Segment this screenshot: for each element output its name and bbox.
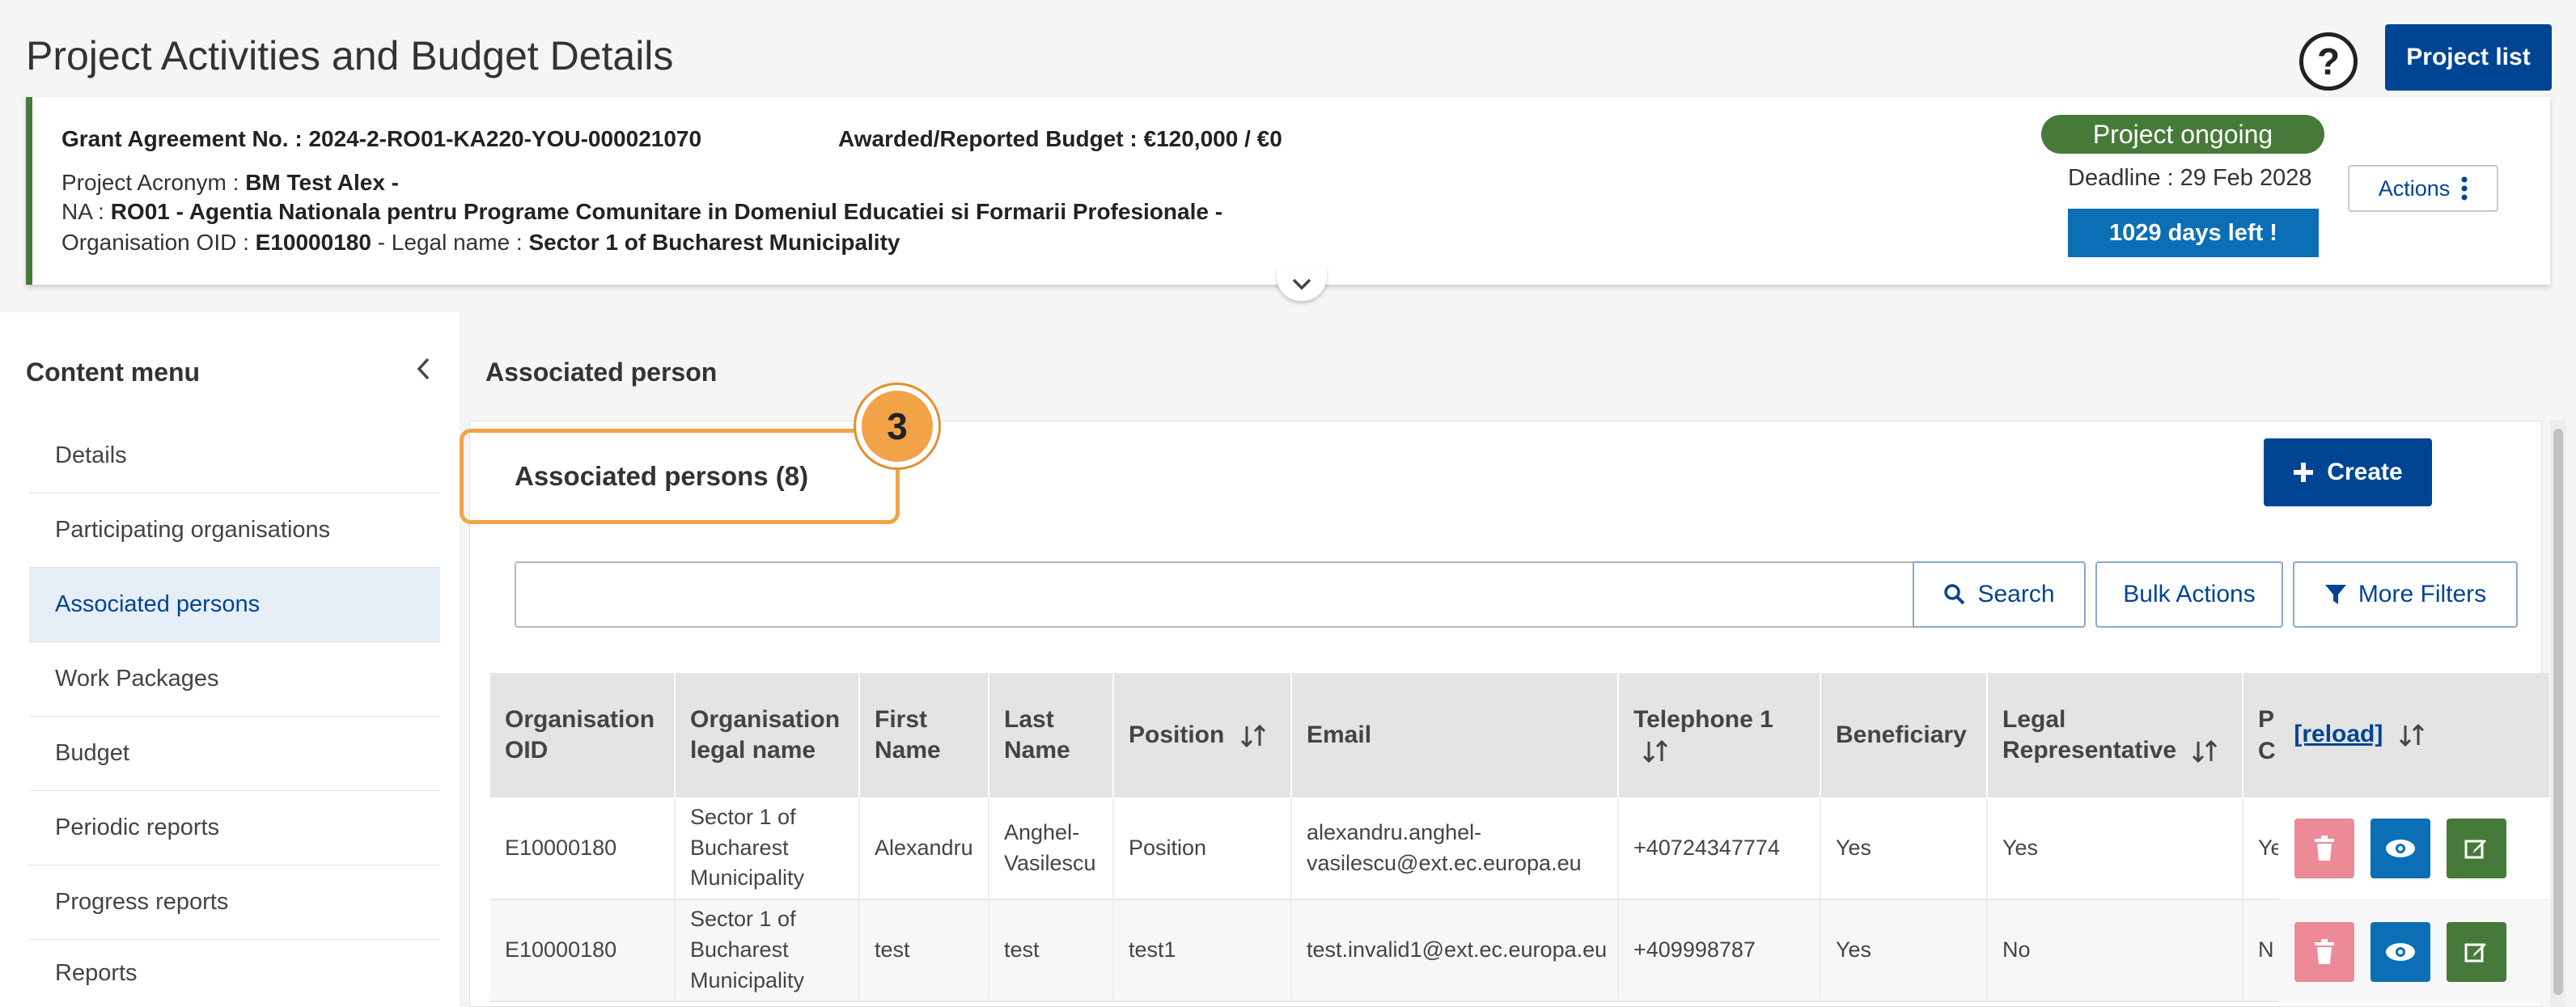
national-agency: NA : RO01 - Agentia Nationala pentru Pro… xyxy=(61,199,1223,224)
bulk-actions-button[interactable]: Bulk Actions xyxy=(2095,561,2283,628)
days-left-badge: 1029 days left ! xyxy=(2068,209,2319,257)
trash-icon xyxy=(2315,836,2334,861)
content-menu-title: Content menu xyxy=(26,358,201,387)
organisation-info: Organisation OID : E10000180 - Legal nam… xyxy=(61,230,900,255)
help-icon: ? xyxy=(2316,40,2341,83)
cell-organisation-oid: E10000180 xyxy=(490,899,676,1002)
cell-position: test1 xyxy=(1113,899,1292,1002)
kebab-menu-icon xyxy=(2461,176,2468,201)
trash-icon xyxy=(2315,939,2334,964)
search-label: Search xyxy=(1977,581,2055,607)
content-menu: Content menu Details Participating organ… xyxy=(0,312,460,1007)
cell-legal-representative: No xyxy=(1987,899,2243,1002)
sort-icon[interactable] xyxy=(2191,739,2218,764)
row-actions xyxy=(2278,798,2550,899)
sort-icon[interactable] xyxy=(1642,739,1669,764)
delete-button[interactable] xyxy=(2294,922,2354,982)
cell-telephone: +40724347774 xyxy=(1618,798,1821,900)
sort-icon[interactable] xyxy=(1239,724,1267,748)
cell-beneficiary: Yes xyxy=(1820,899,1988,1002)
cell-first-name: Alexandru xyxy=(859,798,989,900)
eye-icon xyxy=(2386,840,2415,857)
awarded-budget: Awarded/Reported Budget : €120,000 / €0 xyxy=(838,126,1282,151)
sidebar-item-associated-persons[interactable]: Associated persons xyxy=(29,568,440,642)
column-header-telephone[interactable]: Telephone 1 xyxy=(1618,673,1821,798)
view-button[interactable] xyxy=(2371,922,2430,982)
project-status-badge: Project ongoing xyxy=(2041,115,2324,154)
search-input[interactable] xyxy=(515,561,1913,628)
column-header-organisation-legal-name: Organisation legal name xyxy=(675,673,860,798)
sidebar-item-work-packages[interactable]: Work Packages xyxy=(29,642,440,717)
project-deadline: Deadline : 29 Feb 2028 xyxy=(2068,165,2312,191)
column-header-organisation-oid: Organisation OID xyxy=(490,673,676,798)
actions-button[interactable]: Actions xyxy=(2348,165,2498,212)
cell-last-name: test xyxy=(989,899,1114,1002)
edit-icon xyxy=(2464,840,2486,859)
more-filters-button[interactable]: More Filters xyxy=(2293,561,2518,628)
cell-organisation-oid: E10000180 xyxy=(490,798,676,900)
view-button[interactable] xyxy=(2371,819,2430,878)
column-header-beneficiary: Beneficiary xyxy=(1820,673,1988,798)
project-list-button[interactable]: Project list xyxy=(2385,24,2552,91)
cell-email: test.invalid1@ext.ec.europa.eu xyxy=(1291,899,1619,1002)
column-header-first-name: First Name xyxy=(859,673,989,798)
filter-icon xyxy=(2324,585,2346,604)
sidebar-item-progress-reports[interactable]: Progress reports xyxy=(29,865,440,940)
grant-agreement: Grant Agreement No. : 2024-2-RO01-KA220-… xyxy=(61,126,702,151)
cell-beneficiary: Yes xyxy=(1820,798,1988,900)
column-header-position[interactable]: Position xyxy=(1113,673,1292,798)
cell-position: Position xyxy=(1113,798,1292,900)
cell-last-name: Anghel-Vasilescu xyxy=(989,798,1114,900)
associated-persons-table: Organisation OID Organisation legal name… xyxy=(490,673,2550,1007)
sidebar-item-participating-organisations[interactable]: Participating organisations xyxy=(29,493,440,568)
chevron-left-icon xyxy=(417,358,430,380)
sidebar-item-periodic-reports[interactable]: Periodic reports xyxy=(29,791,440,865)
help-button[interactable]: ? xyxy=(2299,32,2358,91)
cell-legal-representative: Yes xyxy=(1987,798,2243,900)
edit-button[interactable] xyxy=(2447,922,2506,982)
tutorial-highlight-box xyxy=(460,429,900,524)
sidebar-item-budget[interactable]: Budget xyxy=(29,717,440,791)
cell-organisation-legal-name: Sector 1 of Bucharest Municipality xyxy=(675,798,860,900)
section-heading: Associated person xyxy=(485,358,718,387)
search-button[interactable]: Search xyxy=(1913,561,2086,628)
cell-telephone: +409998787 xyxy=(1618,899,1821,1002)
table-row: E10000180 Sector 1 of Bucharest Municipa… xyxy=(490,798,2550,900)
row-actions xyxy=(2278,901,2550,1003)
column-header-legal-representative[interactable]: Legal Representative xyxy=(1987,673,2243,798)
page-title: Project Activities and Budget Details xyxy=(26,33,674,78)
search-icon xyxy=(1944,584,1965,605)
sort-icon[interactable] xyxy=(2398,723,2426,747)
collapse-menu-button[interactable] xyxy=(411,353,435,385)
column-header-primary-contact: P C [reload] xyxy=(2243,673,2550,798)
scrollbar-thumb[interactable] xyxy=(2553,429,2563,995)
eye-icon xyxy=(2386,943,2415,961)
cell-email: alexandru.anghel-vasilescu@ext.ec.europa… xyxy=(1291,798,1619,900)
column-header-last-name: Last Name xyxy=(989,673,1114,798)
more-filters-label: More Filters xyxy=(2358,581,2487,607)
delete-button[interactable] xyxy=(2294,819,2354,878)
column-header-email: Email xyxy=(1291,673,1619,798)
reload-link[interactable]: [reload] xyxy=(2294,721,2383,747)
cell-first-name: test xyxy=(859,899,989,1002)
expand-details-toggle[interactable] xyxy=(1277,267,1327,301)
chevron-down-icon xyxy=(1292,278,1311,290)
plus-icon xyxy=(2294,463,2314,482)
project-acronym: Project Acronym : BM Test Alex - xyxy=(61,170,399,195)
edit-button[interactable] xyxy=(2447,819,2506,878)
sidebar-item-reports[interactable]: Reports xyxy=(29,940,440,1007)
edit-icon xyxy=(2464,943,2486,963)
cell-organisation-legal-name: Sector 1 of Bucharest Municipality xyxy=(675,899,860,1002)
actions-label: Actions xyxy=(2378,176,2451,201)
create-label: Create xyxy=(2327,459,2403,485)
sidebar-item-details[interactable]: Details xyxy=(29,419,440,493)
tutorial-step-badge: 3 xyxy=(856,385,938,468)
table-row: E10000180 Sector 1 of Bucharest Municipa… xyxy=(490,899,2550,1002)
create-button[interactable]: Create xyxy=(2264,438,2432,506)
